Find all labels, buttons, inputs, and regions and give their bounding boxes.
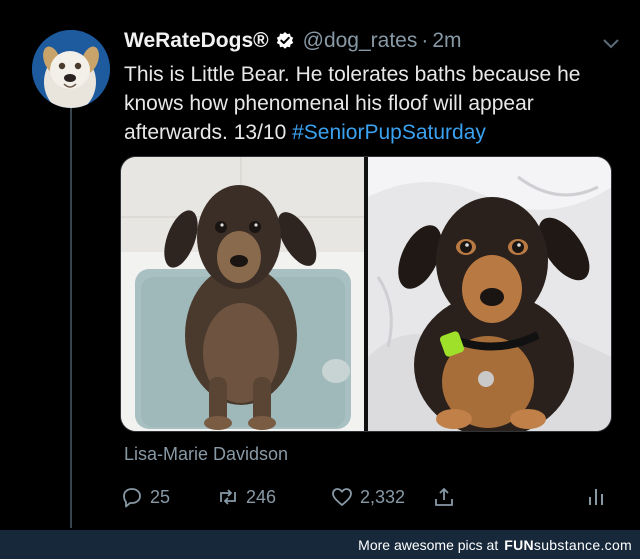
photo-dry-dog[interactable]: [368, 157, 611, 431]
handle[interactable]: @dog_rates: [303, 29, 418, 53]
verified-badge-icon: [275, 31, 295, 51]
action-bar: 25 246 2,332: [120, 482, 610, 512]
display-name[interactable]: WeRateDogs®: [124, 29, 269, 53]
reply-count: 25: [150, 486, 171, 507]
hashtag-link[interactable]: #SeniorPupSaturday: [292, 121, 486, 144]
like-count: 2,332: [360, 486, 406, 507]
watermark-banner: More awesome pics at FUNsubstance.com: [0, 530, 640, 559]
retweet-count: 246: [246, 486, 277, 507]
timestamp[interactable]: 2m: [432, 29, 461, 53]
retweet-button[interactable]: 246: [216, 482, 276, 512]
brand-thin: substance: [533, 536, 601, 553]
tweet-screenshot: WeRateDogs® @dog_rates · 2m This is Litt…: [0, 0, 640, 559]
photo-bath-dog[interactable]: [121, 157, 364, 431]
like-button[interactable]: 2,332: [330, 482, 405, 512]
photo-credit[interactable]: Lisa-Marie Davidson: [124, 444, 288, 465]
media-grid: [120, 156, 612, 432]
watermark-prefix: More awesome pics at: [358, 536, 499, 553]
heart-icon: [332, 488, 352, 506]
brand-bold: FUN: [504, 536, 534, 553]
analytics-icon: [589, 489, 603, 505]
reply-icon: [123, 488, 141, 508]
tweet-text: This is Little Bear. He tolerates baths …: [124, 60, 624, 147]
bath-dog-image: [121, 157, 364, 431]
reply-button[interactable]: 25: [120, 482, 170, 512]
share-button[interactable]: [432, 482, 456, 512]
watermark-brand[interactable]: FUNsubstance.com: [504, 537, 632, 553]
brand-suffix: .com: [600, 536, 632, 553]
separator: ·: [421, 29, 429, 52]
analytics-button[interactable]: [584, 482, 608, 512]
thread-line: [70, 108, 72, 528]
tweet-header: WeRateDogs® @dog_rates · 2m: [124, 27, 620, 55]
chevron-down-icon[interactable]: [602, 33, 620, 49]
avatar[interactable]: [32, 30, 110, 108]
avatar-dog-image: [32, 30, 110, 108]
retweet-icon: [220, 489, 236, 505]
dry-dog-image: [368, 157, 611, 431]
share-icon: [435, 487, 453, 506]
